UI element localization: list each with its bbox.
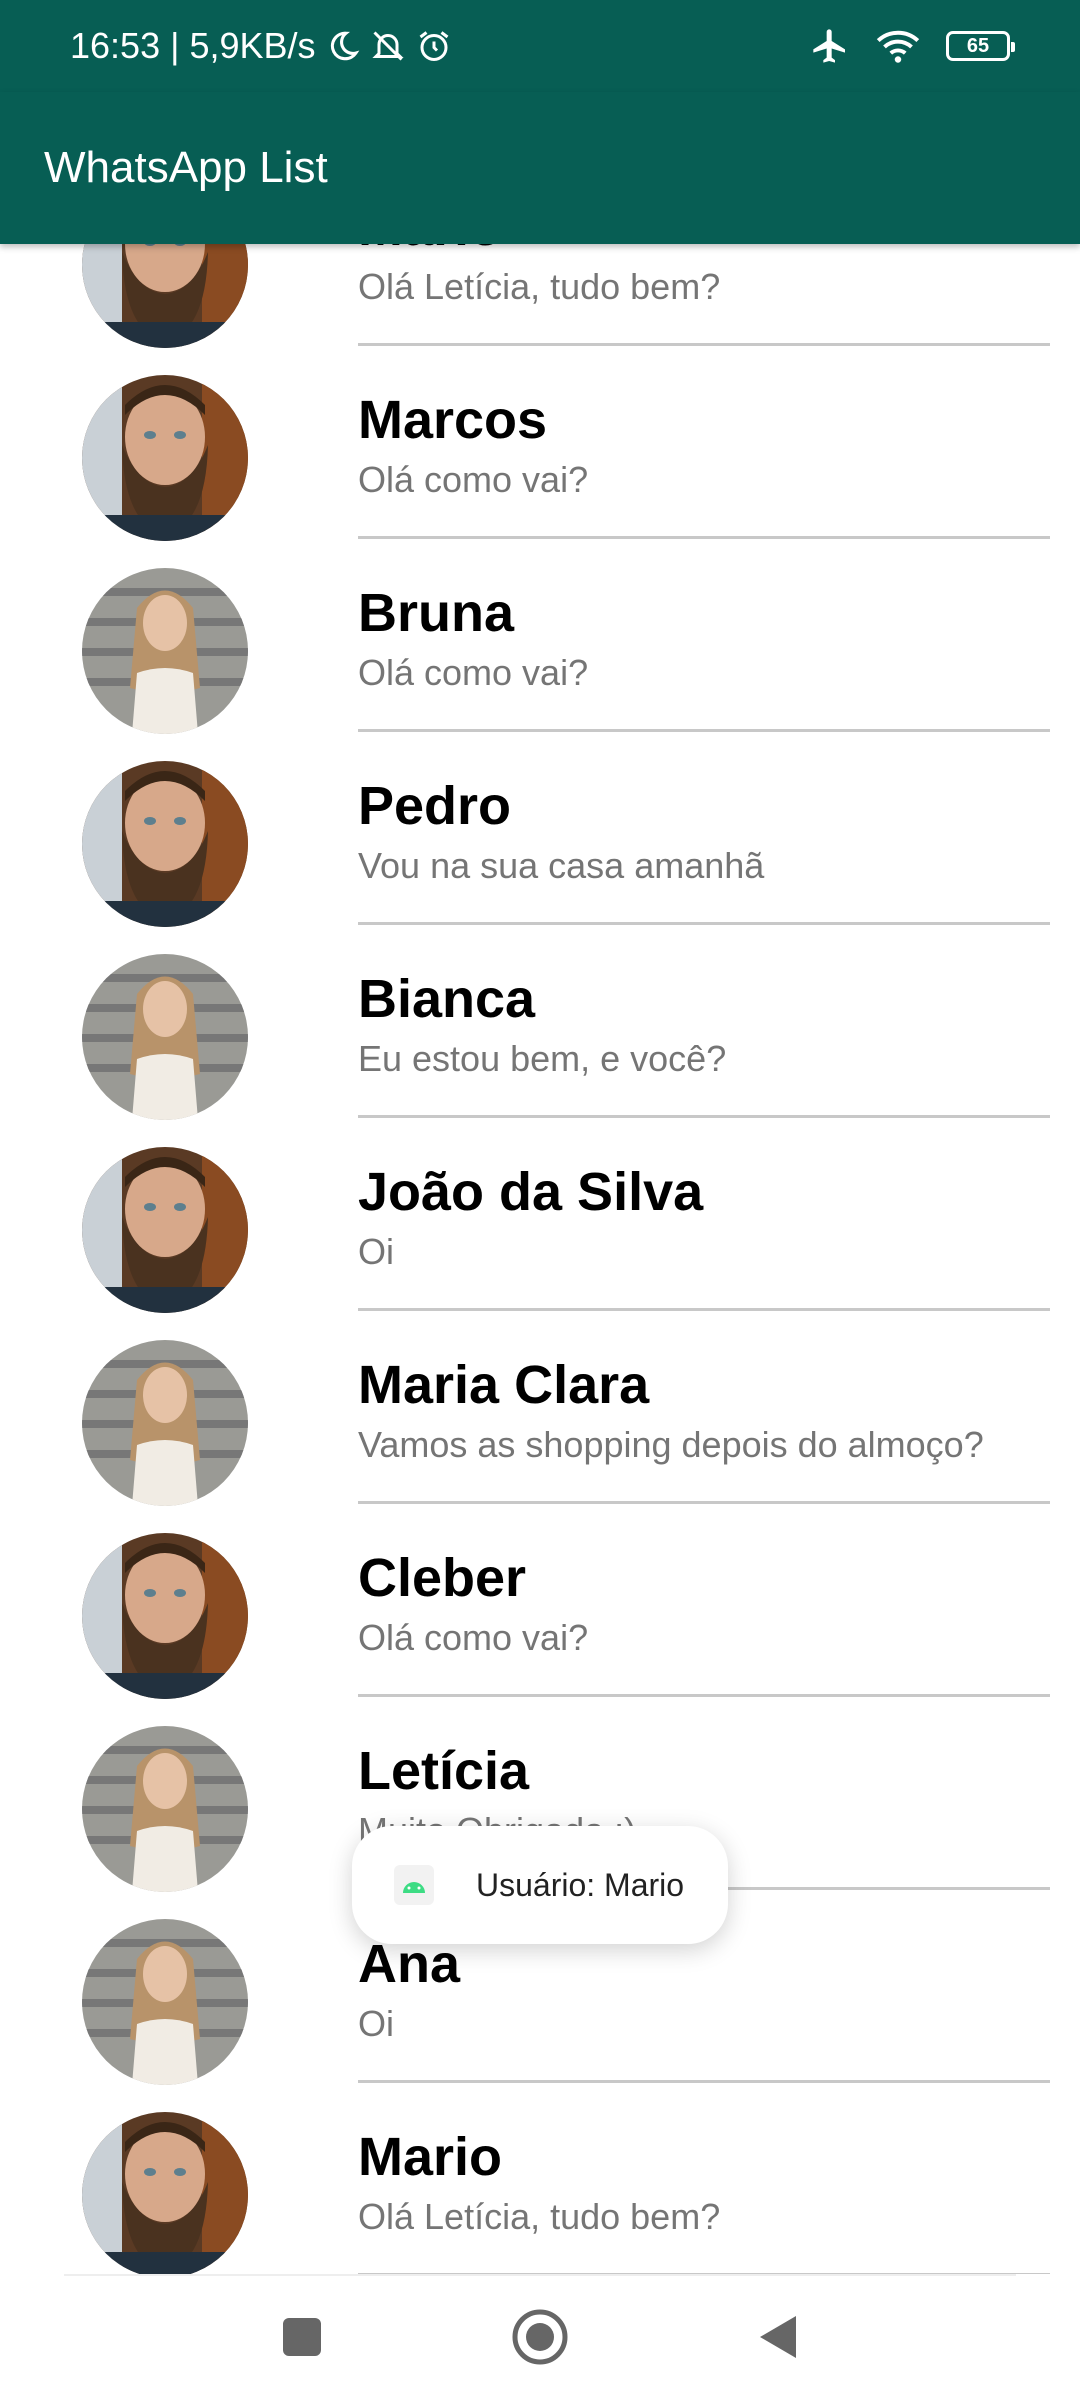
contact-message: Vamos as shopping depois do almoço? [358, 1424, 984, 1465]
battery-level: 65 [966, 34, 990, 57]
home-circle-icon[interactable] [510, 2307, 570, 2367]
contact-row[interactable]: Marcos Olá como vai? [0, 345, 1080, 538]
bell-off-icon [370, 28, 406, 64]
contact-list-inner: Mario Olá Letícia, tudo bem? Marcos Olá com… [0, 244, 1080, 2274]
app-title: WhatsApp List [44, 143, 328, 192]
status-bar: 16:53 | 5,9KB/s 65 [0, 0, 1080, 92]
contact-name: Mario [358, 2127, 503, 2187]
avatar [82, 375, 248, 541]
avatar [82, 1340, 248, 1506]
app-bar: WhatsApp List [0, 92, 1080, 244]
android-icon [394, 1865, 434, 1905]
airplane-icon [810, 26, 850, 66]
wifi-icon [876, 28, 920, 64]
navigation-bar [0, 2274, 1080, 2400]
contact-name: Marcos [358, 390, 548, 450]
avatar [82, 244, 248, 348]
contact-row[interactable]: Bianca Eu estou bem, e você? [0, 924, 1080, 1117]
toast: Usuário: Mario [352, 1826, 728, 1944]
avatar [82, 1533, 248, 1699]
contact-list[interactable]: Mario Olá Letícia, tudo bem? Marcos Olá com… [0, 244, 1080, 2274]
recents-square-icon[interactable] [272, 2307, 332, 2367]
contact-row[interactable]: Maria Clara Vamos as shopping depois do a… [0, 1310, 1080, 1503]
contact-row[interactable]: Bruna Olá como vai? [0, 538, 1080, 731]
contact-row[interactable]: Mario Olá Letícia, tudo bem? [0, 244, 1080, 345]
alarm-icon [416, 28, 452, 64]
status-left: 16:53 | 5,9KB/s [70, 25, 452, 67]
contact-row[interactable]: Mario Olá Letícia, tudo bem? [0, 2082, 1080, 2274]
toast-text: Usuário: Mario [476, 1866, 685, 1903]
contact-name: Bianca [358, 969, 536, 1029]
contact-message: Eu estou bem, e você? [358, 1038, 727, 1079]
contact-name: Cleber [358, 1548, 527, 1608]
avatar [82, 568, 248, 734]
contact-name: Pedro [358, 776, 512, 836]
contact-row[interactable]: João da Silva Oi [0, 1117, 1080, 1310]
contact-row[interactable]: Pedro Vou na sua casa amanhã [0, 731, 1080, 924]
contact-message: Olá Letícia, tudo bem? [358, 266, 721, 307]
contact-message: Olá como vai? [358, 1617, 589, 1658]
contact-message: Olá Letícia, tudo bem? [358, 2196, 721, 2237]
nav-divider [64, 2274, 1016, 2276]
contact-message: Olá como vai? [358, 652, 589, 693]
contact-message: Vou na sua casa amanhã [358, 845, 765, 886]
contact-name: Mario [358, 244, 502, 258]
contact-name: João da Silva [358, 1162, 704, 1222]
contact-message: Oi [358, 1231, 394, 1272]
back-triangle-icon[interactable] [748, 2307, 808, 2367]
moon-icon [326, 29, 360, 63]
status-right: 65 [810, 26, 1015, 66]
status-time-speed: 16:53 | 5,9KB/s [70, 25, 316, 66]
contact-name: Letícia [358, 1741, 530, 1801]
battery-icon: 65 [946, 31, 1015, 61]
contact-row[interactable]: Cleber Olá como vai? [0, 1503, 1080, 1696]
avatar [82, 761, 248, 927]
avatar [82, 1919, 248, 2085]
contact-name: Bruna [358, 583, 515, 643]
avatar [82, 1726, 248, 1892]
contact-message: Oi [358, 2003, 394, 2044]
avatar [82, 2112, 248, 2274]
avatar [82, 1147, 248, 1313]
contact-name: Maria Clara [358, 1355, 650, 1415]
contact-message: Olá como vai? [358, 459, 589, 500]
avatar [82, 954, 248, 1120]
